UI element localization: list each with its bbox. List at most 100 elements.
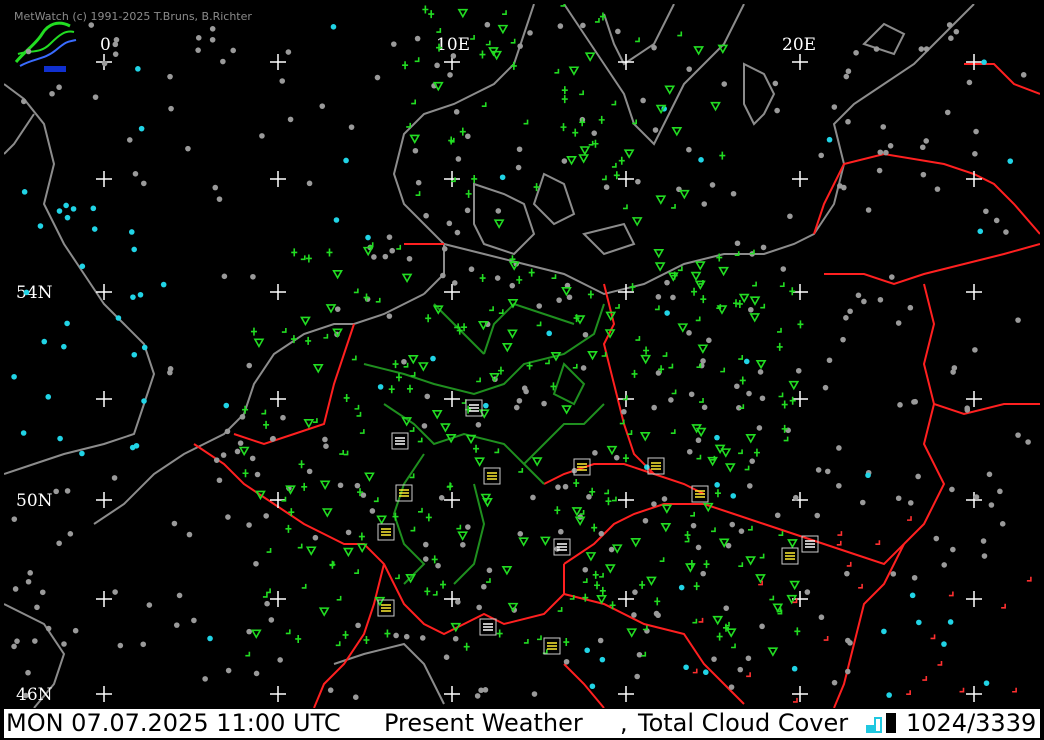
station-marker	[225, 514, 231, 520]
weather-symbol	[253, 338, 265, 348]
station-marker	[826, 136, 833, 143]
station-marker	[365, 234, 371, 241]
station-marker	[695, 437, 702, 444]
weather-symbol	[752, 281, 757, 287]
station-marker	[133, 442, 140, 449]
weather-symbol	[510, 61, 517, 70]
weather-symbol	[753, 448, 760, 457]
station-marker	[391, 41, 397, 47]
weather-symbol	[476, 377, 481, 383]
weather-symbol	[321, 508, 333, 518]
weather-symbol	[295, 634, 302, 643]
weather-symbol	[305, 336, 312, 345]
weather-symbol	[626, 628, 638, 638]
station-marker	[721, 81, 728, 87]
station-marker	[840, 336, 846, 343]
station-marker	[440, 272, 446, 279]
weather-symbol	[684, 537, 690, 543]
station-marker	[434, 62, 440, 69]
station-marker	[499, 174, 506, 181]
weather-symbol	[703, 560, 710, 569]
station-marker	[686, 146, 692, 153]
station-marker	[1003, 229, 1009, 235]
weather-symbol	[414, 57, 420, 63]
weather-symbol	[599, 586, 606, 595]
weather-symbol	[465, 189, 472, 198]
station-marker	[818, 152, 825, 159]
weather-symbol	[411, 99, 417, 105]
weather-symbol	[664, 85, 676, 95]
weather-symbol	[250, 327, 257, 336]
weather-symbol	[518, 537, 530, 547]
station-marker	[948, 35, 954, 41]
station-marker	[249, 455, 256, 462]
station-marker	[468, 266, 475, 273]
weather-symbol	[720, 367, 726, 373]
station-marker	[138, 125, 145, 132]
station-marker	[873, 46, 880, 52]
station-marker	[64, 320, 70, 327]
weather-symbol	[594, 581, 601, 590]
weather-symbol	[654, 262, 666, 272]
weather-symbol	[627, 430, 633, 435]
weather-symbol	[778, 392, 784, 398]
weather-symbol	[432, 81, 444, 92]
weather-symbol	[738, 355, 744, 360]
weather-symbol	[507, 329, 518, 339]
weather-symbol	[661, 504, 673, 514]
station-marker	[389, 247, 396, 254]
station-marker	[220, 452, 227, 458]
station-marker	[509, 282, 516, 289]
grid-cross	[270, 171, 286, 187]
weather-symbol	[654, 597, 661, 606]
station-marker	[1015, 432, 1021, 438]
weather-symbol	[342, 630, 349, 639]
station-marker	[1020, 72, 1027, 78]
warning-symbol	[937, 660, 943, 666]
station-marker	[212, 184, 219, 191]
station-marker	[371, 254, 377, 260]
station-marker	[45, 394, 52, 400]
station-marker	[117, 642, 124, 649]
weather-symbol	[716, 632, 723, 641]
station-marker	[546, 330, 553, 337]
weather-symbol	[356, 411, 362, 417]
weather-symbol	[332, 270, 343, 280]
weather-symbol	[358, 532, 365, 541]
station-marker	[651, 404, 657, 411]
weather-map[interactable]: 0 10E 20E 54N 50N 46N MetWatch (c) 1991-…	[4, 4, 1040, 708]
grid-cross	[792, 391, 808, 407]
weather-symbol	[635, 336, 641, 341]
weather-symbol	[373, 497, 379, 503]
station-marker	[772, 80, 779, 87]
station-marker	[700, 570, 706, 577]
weather-symbol	[736, 299, 743, 308]
weather-symbol	[461, 399, 467, 404]
station-marker	[23, 289, 30, 296]
overlay-name: Total Cloud Cover	[638, 709, 849, 737]
station-marker	[911, 574, 918, 581]
weather-symbol	[789, 580, 801, 591]
station-marker	[441, 246, 448, 252]
station-marker	[90, 205, 97, 212]
station-marker	[599, 656, 606, 663]
station-marker	[185, 145, 191, 152]
weather-symbol	[471, 174, 478, 183]
weather-symbol	[409, 427, 415, 432]
weather-symbol	[463, 642, 470, 651]
weather-symbol	[668, 363, 674, 369]
map-canvas[interactable]: 0 10E 20E 54N 50N 46N	[4, 4, 1040, 708]
weather-symbol	[440, 423, 451, 433]
weather-symbol	[359, 429, 365, 434]
weather-symbol	[640, 354, 652, 365]
station-marker	[941, 562, 948, 568]
station-marker	[141, 180, 147, 187]
country-borders	[193, 63, 1040, 708]
weather-symbol	[374, 596, 386, 607]
station-marker	[557, 23, 564, 29]
station-marker	[140, 641, 147, 648]
station-marker	[25, 48, 32, 55]
station-marker	[64, 214, 71, 221]
station-marker	[964, 407, 971, 413]
station-marker	[202, 676, 208, 682]
